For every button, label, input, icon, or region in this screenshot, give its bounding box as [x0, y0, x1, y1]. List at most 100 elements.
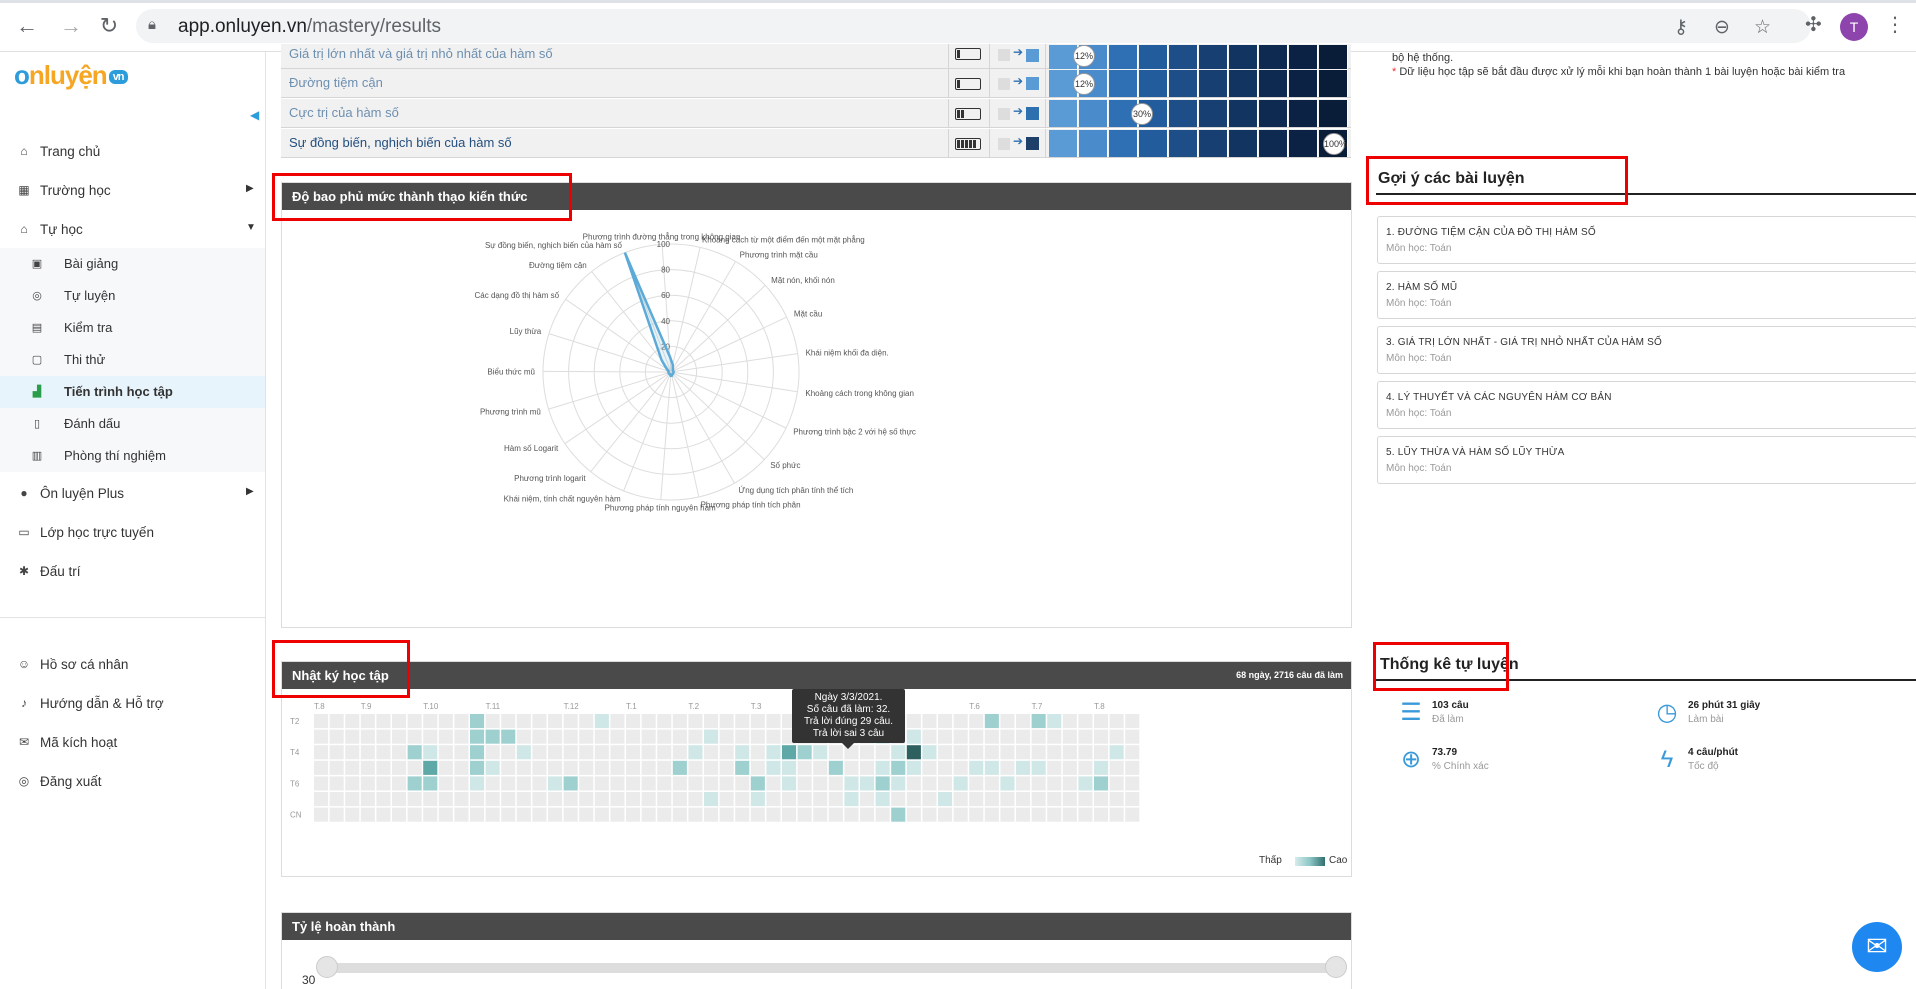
suggestion-card[interactable]: 5. LŨY THỪA VÀ HÀM SỐ LŨY THỪA Môn học: … [1377, 436, 1916, 484]
zoom-icon[interactable]: ⊖ [1714, 16, 1730, 39]
sidebar-item-self-study[interactable]: ⌂ Tự học ▼ [0, 214, 265, 246]
toggle-icon[interactable] [998, 49, 1010, 61]
address-bar[interactable]: 🔒︎ app.onluyen.vn/mastery/results ⚷ ⊖ ☆ [136, 9, 1811, 43]
calendar-day-cell [657, 745, 672, 760]
calendar-day-cell [392, 745, 407, 760]
calendar-day-cell [766, 760, 781, 775]
sidebar-item-home[interactable]: ⌂ Trang chủ [0, 136, 265, 168]
bug-icon: ✱ [18, 564, 30, 578]
calendar-day-cell [563, 745, 578, 760]
calendar-day-cell [1078, 729, 1093, 744]
logo[interactable]: onluyện vn [14, 60, 128, 91]
mastery-row[interactable]: Đường tiệm cận ➔ 12% [281, 69, 1351, 98]
radar-axis [548, 333, 672, 373]
profile-avatar[interactable]: T [1840, 13, 1868, 41]
calendar-day-cell [1000, 776, 1015, 791]
suggestion-card[interactable]: 2. HÀM SỐ MŨ Môn học: Toán [1377, 271, 1916, 319]
calendar-day-cell [766, 714, 781, 729]
range-slider-end-handle[interactable] [1325, 956, 1347, 978]
url-text: app.onluyen.vn/mastery/results [178, 16, 441, 37]
suggestion-subject: Môn học: Toán [1386, 463, 1452, 474]
calendar-day-cell [423, 776, 438, 791]
topic-name: Sự đồng biến, nghịch biến của hàm số [289, 135, 512, 150]
calendar-day-cell [672, 729, 687, 744]
calendar-day-cell [345, 714, 360, 729]
mastery-cell [1199, 130, 1228, 157]
legend-high-label: Cao [1329, 855, 1348, 866]
calendar-day-cell [1000, 760, 1015, 775]
range-slider-track[interactable] [325, 963, 1335, 973]
menu-icon[interactable]: ⋮ [1885, 12, 1905, 37]
calendar-day-label: T2 [290, 717, 300, 726]
sidebar-subitem-practice[interactable]: ◎ Tự luyện [0, 280, 265, 312]
toggle-icon[interactable] [998, 108, 1010, 120]
arrow-right-icon: ➔ [1013, 134, 1024, 148]
mastery-cell [1319, 100, 1348, 127]
calendar-day-cell [1047, 714, 1062, 729]
calendar-day-cell [594, 714, 609, 729]
sidebar-item-activation-code[interactable]: ✉ Mã kích hoạt [0, 727, 265, 759]
mastery-row[interactable]: Giá trị lớn nhất và giá trị nhỏ nhất của… [281, 44, 1351, 73]
suggestion-card[interactable]: 1. ĐƯỜNG TIỆM CẬN CỦA ĐỒ THỊ HÀM SỐ Môn … [1377, 216, 1916, 264]
suggestion-card[interactable]: 4. LÝ THUYẾT VÀ CÁC NGUYÊN HÀM CƠ BẢN Mô… [1377, 381, 1916, 429]
sidebar-item-onluyen-plus[interactable]: ● Ôn luyện Plus ▶ [0, 478, 265, 510]
calendar-day-cell [797, 807, 812, 822]
range-slider-start-handle[interactable] [316, 956, 338, 978]
collapse-sidebar-icon[interactable]: ◀ [250, 108, 259, 122]
sidebar-subitem-lab[interactable]: ▥ Phòng thí nghiệm [0, 440, 265, 472]
back-icon[interactable]: ← [14, 13, 40, 39]
sidebar-item-logout[interactable]: ◎ Đăng xuất [0, 766, 265, 798]
sidebar-item-online-class[interactable]: ▭ Lớp học trực tuyến [0, 517, 265, 549]
calendar-day-cell [922, 760, 937, 775]
calendar-day-cell [704, 776, 719, 791]
bookmark-star-icon[interactable]: ☆ [1754, 16, 1771, 39]
legend-low-label: Thấp [1259, 855, 1282, 866]
sidebar-subitem-tests[interactable]: ▤ Kiểm tra [0, 312, 265, 344]
calendar-day-cell [969, 745, 984, 760]
sidebar-subitem-progress[interactable]: ▟ Tiến trình học tập [0, 376, 265, 408]
chevron-right-icon: ▶ [246, 183, 254, 194]
mastery-row[interactable]: Cực trị của hàm số ➔ 30% [281, 99, 1351, 128]
calendar-day-cell [579, 792, 594, 807]
divider [948, 99, 949, 128]
sidebar-subitem-mock-exam[interactable]: ▢ Thi thử [0, 344, 265, 376]
suggestion-subject: Môn học: Toán [1386, 243, 1452, 254]
sidebar-subitem-bookmarks[interactable]: ▯ Đánh dấu [0, 408, 265, 440]
calendar-day-cell [626, 807, 641, 822]
tooltip-line: Trả lời sai 3 câu [812, 728, 885, 739]
mastery-row[interactable]: Sự đồng biến, nghịch biến của hàm số ➔ 1… [281, 129, 1351, 158]
calendar-day-cell [672, 745, 687, 760]
calendar-day-cell [1094, 792, 1109, 807]
calendar-day-cell [407, 714, 422, 729]
right-column: bộ hệ thống. * Dữ liệu học tập sẽ bắt đầ… [1362, 52, 1916, 989]
extensions-icon[interactable]: ✣ [1805, 12, 1822, 37]
messenger-chat-icon[interactable]: ✉ [1852, 922, 1902, 972]
calendar-day-cell [813, 807, 828, 822]
calendar-day-cell [516, 807, 531, 822]
key-icon[interactable]: ⚷ [1674, 16, 1688, 39]
reload-icon[interactable]: ↻ [96, 13, 122, 39]
calendar-day-cell [672, 760, 687, 775]
calendar-day-cell [766, 745, 781, 760]
sidebar-item-battle[interactable]: ✱ Đấu trí [0, 556, 265, 588]
calendar-day-cell [735, 745, 750, 760]
calendar-day-cell [735, 760, 750, 775]
calendar-day-cell [329, 760, 344, 775]
sidebar-item-profile[interactable]: ☺ Hồ sơ cá nhân [0, 649, 265, 681]
suggestion-card[interactable]: 3. GIÁ TRỊ LỚN NHẤT - GIÁ TRỊ NHỎ NHẤT C… [1377, 326, 1916, 374]
crosshair-icon: ⊕ [1400, 746, 1422, 773]
calendar-day-cell [1062, 714, 1077, 729]
sidebar-item-school[interactable]: ▦ Trường học ▶ [0, 175, 265, 207]
divider [1045, 129, 1046, 158]
sidebar-subitem-lectures[interactable]: ▣ Bài giảng [0, 248, 265, 280]
calendar-day-cell [470, 729, 485, 744]
calendar-day-cell [688, 729, 703, 744]
forward-icon[interactable]: → [58, 13, 84, 39]
topic-name: Giá trị lớn nhất và giá trị nhỏ nhất của… [289, 46, 553, 61]
toggle-icon[interactable] [998, 78, 1010, 90]
journal-summary: 68 ngày, 2716 câu đã làm [1236, 670, 1343, 680]
sidebar-item-help[interactable]: ♪ Hướng dẫn & Hỗ trợ [0, 688, 265, 720]
calendar-day-cell [360, 729, 375, 744]
toggle-icon[interactable] [998, 138, 1010, 150]
mastery-cell [1049, 130, 1078, 157]
